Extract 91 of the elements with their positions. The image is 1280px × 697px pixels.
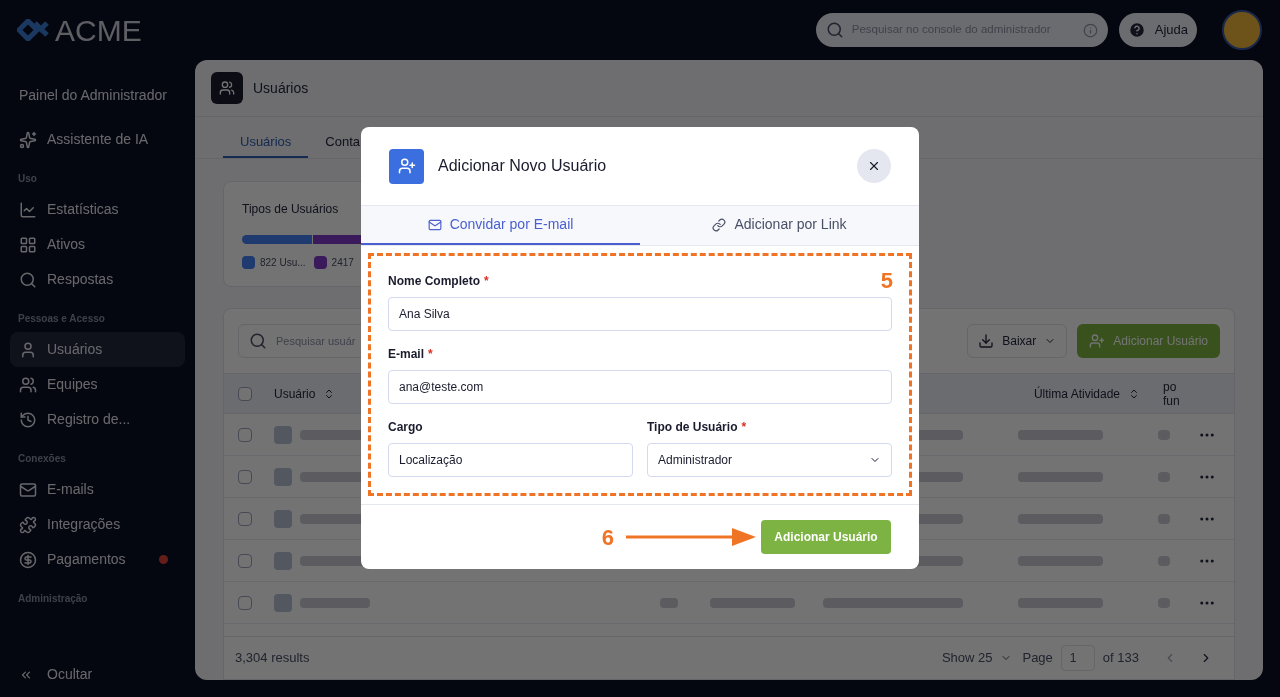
input-field[interactable]: Ana Silva (388, 297, 892, 331)
avatar[interactable] (1222, 10, 1262, 50)
sidebar-item[interactable]: Respostas (10, 262, 185, 297)
column-header[interactable]: po fun (1163, 379, 1187, 408)
help-button[interactable]: Ajuda (1118, 13, 1197, 47)
dollar-icon (19, 550, 37, 569)
sidebar-item[interactable]: Usuários (10, 332, 185, 367)
history-icon (19, 410, 37, 429)
input-field[interactable]: Localização (388, 443, 633, 477)
page-input[interactable]: 1 (1060, 645, 1095, 671)
column-header[interactable]: Usuário (274, 384, 336, 403)
blurred-text (1158, 513, 1170, 524)
collapse-button[interactable]: Ocultar (19, 664, 195, 685)
legend-label: 2417 (331, 256, 354, 270)
blurred-text (660, 597, 678, 608)
row-checkbox[interactable] (238, 553, 252, 568)
submit-button[interactable]: Adicionar Usuário (761, 520, 891, 554)
users-icon (219, 80, 235, 96)
dialog-tab[interactable]: Adicionar por Link (640, 206, 919, 245)
page-total: of 133 (1102, 649, 1139, 668)
mail-icon (427, 217, 442, 232)
logo-icon (17, 19, 51, 41)
add-user-button[interactable]: Adicionar Usuário (1077, 324, 1220, 358)
puzzle-icon (19, 515, 37, 534)
avatar (274, 551, 292, 570)
field-label: E-mail * (388, 346, 433, 363)
blurred-text (1158, 597, 1170, 608)
input-field[interactable]: ana@teste.com (388, 370, 892, 404)
sidebar-item[interactable]: E-mails (10, 472, 185, 507)
sidebar-item[interactable]: Pagamentos (10, 542, 185, 577)
blurred-text (1158, 471, 1170, 482)
users-icon (19, 375, 37, 394)
avatar (274, 467, 292, 486)
card-title: Tipos de Usuários (242, 201, 340, 218)
dialog-title: Adicionar Novo Usuário (438, 156, 607, 176)
link-icon (712, 217, 727, 232)
download-button[interactable]: Baixar (967, 324, 1068, 358)
sort-icon (1128, 387, 1140, 400)
search-icon (825, 21, 844, 39)
blurred-text (300, 597, 370, 608)
download-icon (978, 333, 995, 349)
sparkles-icon (19, 130, 37, 149)
sidebar-item[interactable]: Registro de... (10, 402, 185, 437)
close-icon (867, 159, 881, 173)
section-heading: Uso (18, 172, 38, 186)
field-label: Tipo de Usuário * (647, 419, 747, 436)
sidebar-item[interactable]: Assistente de IA (10, 122, 185, 157)
row-checkbox[interactable] (238, 595, 252, 610)
results-count: 3,304 results (235, 649, 310, 668)
field-label: Cargo (388, 419, 423, 436)
brand-name: ACME (55, 12, 142, 49)
line-chart-icon (19, 200, 37, 219)
grid-icon (19, 235, 37, 254)
section-heading: Pessoas e Acesso (18, 312, 106, 326)
info-icon (1082, 22, 1098, 38)
sidebar-item[interactable]: Integrações (10, 507, 185, 542)
close-button[interactable] (857, 149, 891, 183)
help-icon (1127, 21, 1146, 39)
dialog-tab[interactable]: Convidar por E-mail (361, 206, 640, 245)
avatar (274, 593, 292, 612)
search-icon (19, 270, 37, 289)
avatar (274, 425, 292, 444)
select-field[interactable]: Administrador (647, 443, 892, 477)
row-checkbox[interactable] (238, 427, 252, 442)
legend-label: 822 Usu... (260, 256, 306, 270)
sidebar-title: Painel do Administrador (19, 86, 168, 105)
sidebar-item[interactable]: Ativos (10, 227, 185, 262)
sidebar-item[interactable]: Equipes (10, 367, 185, 402)
mail-icon (19, 480, 37, 499)
user-icon (19, 340, 37, 359)
select-all-checkbox[interactable] (238, 386, 252, 401)
column-header[interactable]: Última Atividade (1033, 384, 1140, 403)
page-size-select[interactable]: Show 25 (941, 648, 1013, 668)
blurred-text (1158, 429, 1170, 440)
field-label: Nome Completo * (388, 273, 489, 290)
annotation-number: 5 (880, 267, 893, 295)
page-title: Usuários (253, 78, 309, 98)
row-checkbox[interactable] (238, 511, 252, 526)
user-plus-icon (397, 157, 416, 175)
sidebar-item[interactable]: Estatísticas (10, 192, 185, 227)
page-label: Page (1022, 649, 1053, 668)
search-icon (249, 332, 267, 350)
tab[interactable]: Conta (308, 127, 377, 158)
section-heading: Conexões (18, 452, 67, 466)
row-checkbox[interactable] (238, 469, 252, 484)
tab[interactable]: Usuários (223, 127, 309, 158)
user-plus-icon (1089, 333, 1106, 349)
section-heading: Administração (18, 592, 89, 606)
blurred-text (1158, 555, 1170, 566)
avatar (274, 509, 292, 528)
annotation-number: 6 (601, 523, 614, 552)
